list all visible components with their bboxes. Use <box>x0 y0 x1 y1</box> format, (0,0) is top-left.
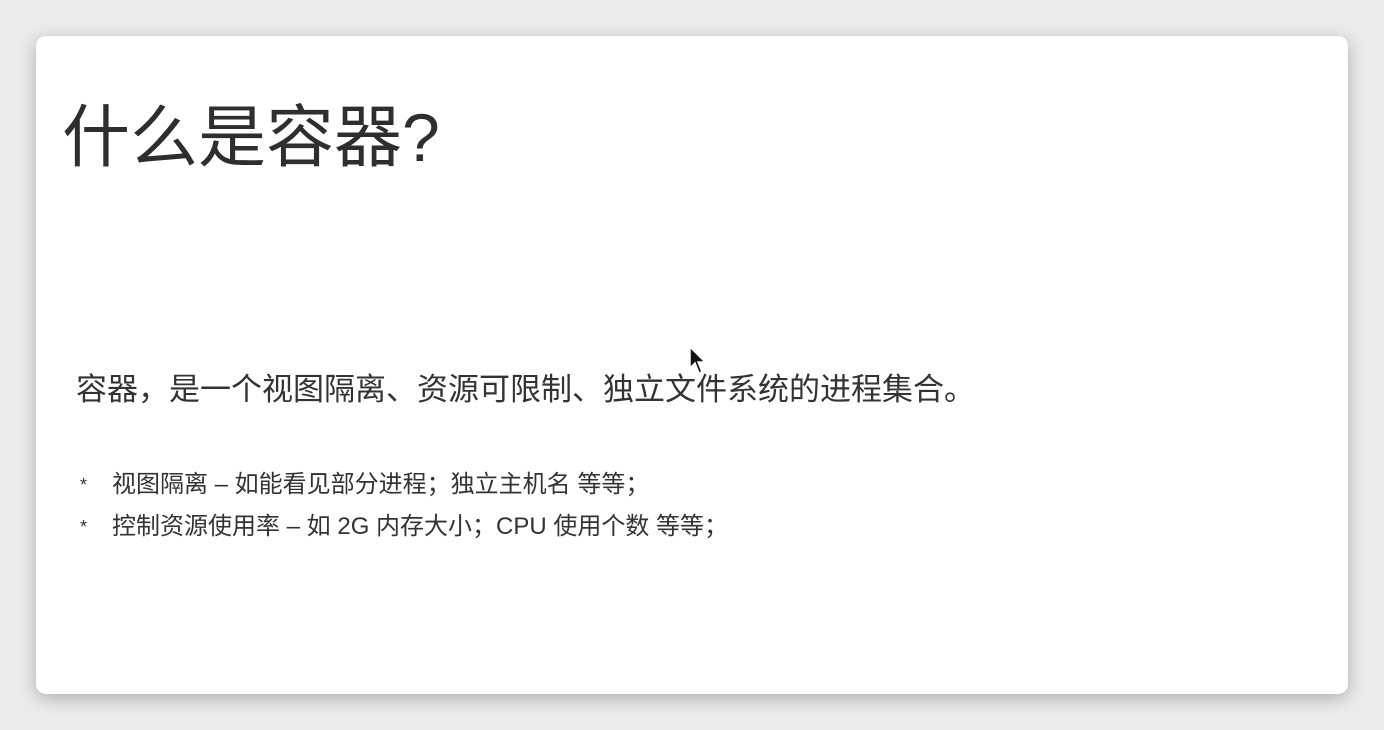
bullet-marker: * <box>80 475 88 495</box>
bullet-list: * 视图隔离 – 如能看见部分进程；独立主机名 等等； * 控制资源使用率 – 如 … <box>80 464 728 548</box>
bullet-item: * 视图隔离 – 如能看见部分进程；独立主机名 等等； <box>80 464 728 506</box>
slide-lead-text: 容器，是一个视图隔离、资源可限制、独立文件系统的进程集合。 <box>76 372 975 407</box>
bullet-item: * 控制资源使用率 – 如 2G 内存大小；CPU 使用个数 等等； <box>80 506 728 548</box>
bullet-marker: * <box>80 517 88 537</box>
bullet-text: 视图隔离 – 如能看见部分进程；独立主机名 等等； <box>112 471 650 498</box>
bullet-text: 控制资源使用率 – 如 2G 内存大小；CPU 使用个数 等等； <box>112 513 729 540</box>
slide-title: 什么是容器? <box>62 100 440 176</box>
mouse-pointer-icon <box>689 346 707 374</box>
